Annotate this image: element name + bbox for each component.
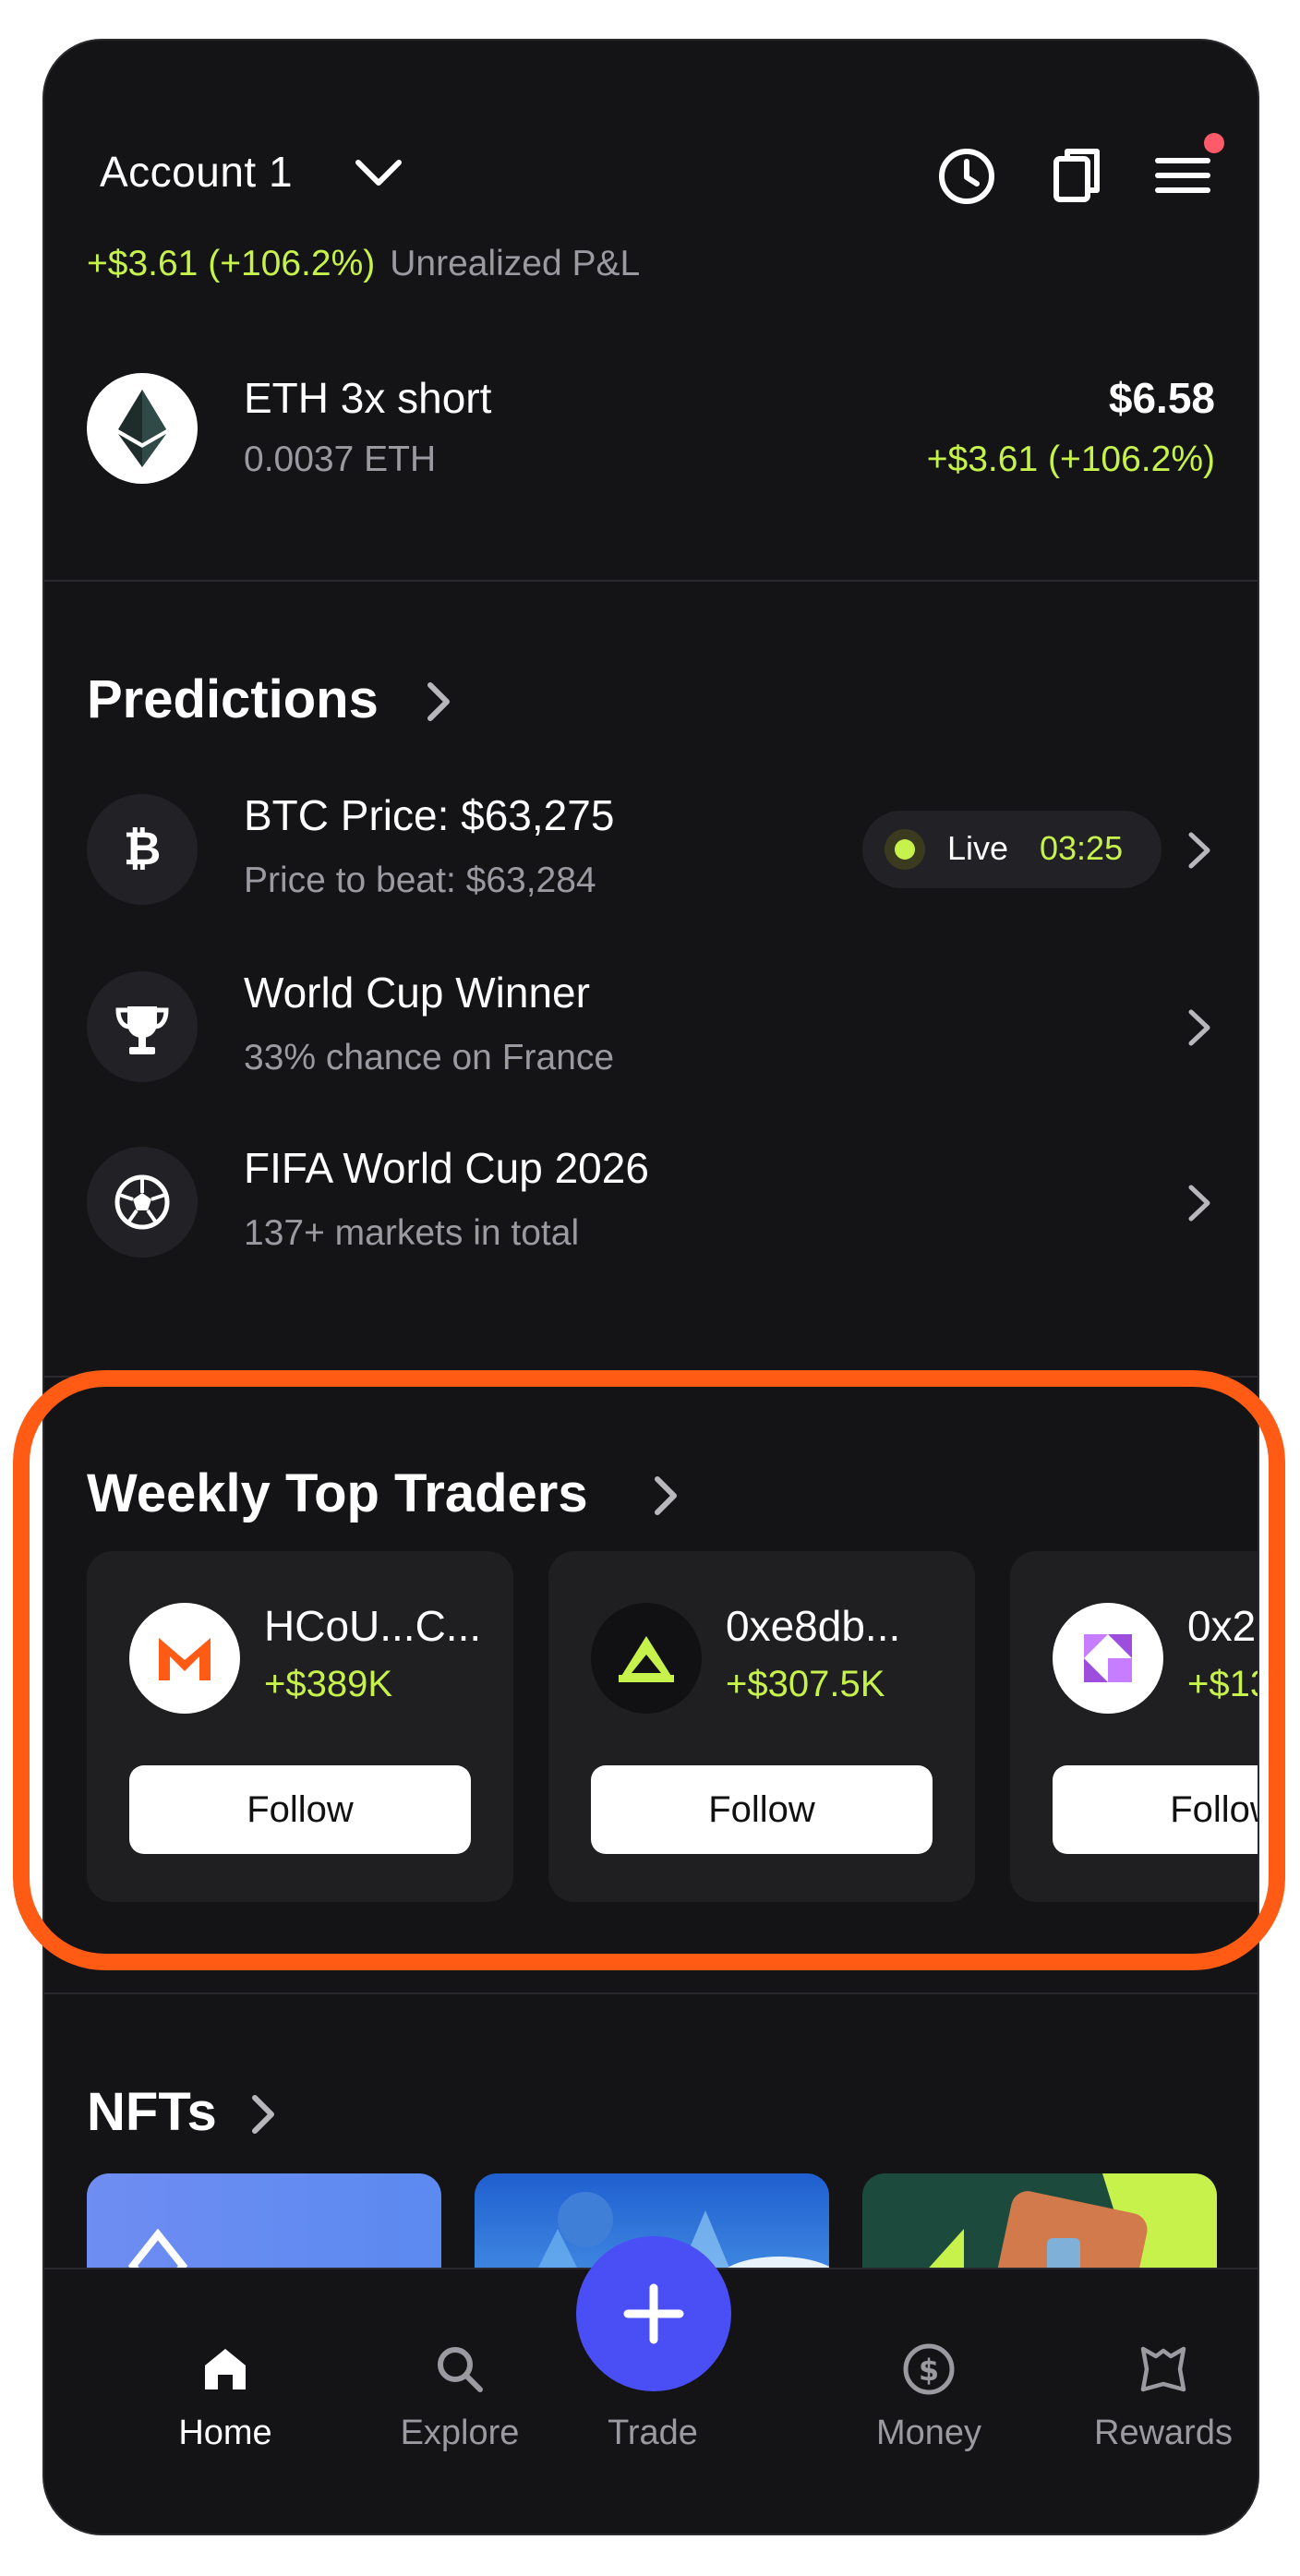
search-icon xyxy=(438,2347,483,2392)
position-value: $6.58 xyxy=(1108,374,1215,422)
position-title: ETH 3x short xyxy=(244,374,492,422)
chevron-right-icon[interactable] xyxy=(1184,1005,1215,1051)
live-indicator xyxy=(885,829,925,870)
follow-button[interactable]: Follow xyxy=(129,1765,471,1854)
soccer-ball-icon xyxy=(87,1147,198,1258)
prediction-subtitle: 33% chance on France xyxy=(244,1038,615,1077)
trader-card[interactable]: 0xe8db... +$307.5K Follow xyxy=(548,1551,975,1902)
prediction-row[interactable] xyxy=(44,1130,1258,1287)
nav-rewards[interactable]: Rewards xyxy=(1062,2269,1258,2534)
follow-button[interactable]: Follow xyxy=(1053,1765,1258,1854)
divider xyxy=(44,1992,1258,1994)
ethereum-icon xyxy=(118,390,166,467)
dollar-circle-icon: $ xyxy=(903,2343,955,2395)
trader-logo-icon xyxy=(619,1636,674,1682)
prediction-title: World Cup Winner xyxy=(244,969,590,1017)
top-traders-title[interactable]: Weekly Top Traders xyxy=(87,1463,588,1524)
live-label: Live xyxy=(947,829,1009,867)
prediction-subtitle: 137+ markets in total xyxy=(244,1213,580,1253)
pnl-value: +$3.61 (+106.2%) xyxy=(87,244,376,283)
prediction-title: BTC Price: $63,275 xyxy=(244,791,615,839)
nav-label: Explore xyxy=(400,2413,520,2452)
nav-label: Home xyxy=(178,2413,272,2452)
rewards-icon xyxy=(1140,2346,1186,2392)
trader-name: 0x2 xyxy=(1187,1602,1257,1650)
chevron-right-icon[interactable] xyxy=(1184,827,1215,873)
nav-label: Trade xyxy=(608,2413,698,2452)
live-countdown: 03:25 xyxy=(1040,829,1124,867)
follow-button[interactable]: Follow xyxy=(591,1765,933,1854)
bitcoin-icon: ₿ xyxy=(87,794,198,905)
trader-avatar xyxy=(1053,1603,1163,1714)
notification-dot xyxy=(1204,133,1224,153)
trader-gain: +$307.5K xyxy=(726,1664,885,1704)
trader-card[interactable]: HCoU...C... +$389K Follow xyxy=(87,1551,513,1902)
svg-text:$: $ xyxy=(919,2353,939,2388)
predictions-title[interactable]: Predictions xyxy=(87,668,379,730)
position-change: +$3.61 (+106.2%) xyxy=(926,439,1215,479)
plus-icon xyxy=(623,2283,684,2344)
live-badge: Live 03:25 xyxy=(862,811,1162,888)
nav-label: Money xyxy=(875,2413,982,2452)
chevron-right-icon[interactable] xyxy=(1184,1180,1215,1226)
position-row[interactable] xyxy=(44,355,1258,512)
prediction-subtitle: Price to beat: $63,284 xyxy=(244,861,596,900)
trader-card[interactable]: 0x2 +$13 Follow xyxy=(1010,1551,1258,1902)
chevron-right-icon[interactable] xyxy=(421,676,458,728)
chevron-right-icon[interactable] xyxy=(246,2088,283,2140)
menu-icon[interactable] xyxy=(1152,144,1213,205)
divider xyxy=(44,580,1258,582)
trader-avatar xyxy=(129,1603,240,1714)
chevron-right-icon[interactable] xyxy=(648,1470,685,1522)
copy-icon[interactable] xyxy=(1047,144,1108,205)
nav-money[interactable]: $ Money xyxy=(827,2269,1030,2534)
trader-gain: +$13 xyxy=(1187,1664,1258,1704)
svg-text:₿: ₿ xyxy=(124,822,162,875)
pnl-label: Unrealized P&L xyxy=(390,244,641,283)
nav-label: Rewards xyxy=(1094,2413,1233,2452)
unrealized-pnl: +$3.61 (+106.2%) Unrealized P&L xyxy=(87,244,640,284)
trader-logo-icon xyxy=(159,1638,211,1680)
phone-screen: Account 1 +$3.61 (+106.2%) Unrealized P&L… xyxy=(42,39,1259,2535)
trade-button[interactable] xyxy=(576,2236,731,2391)
bottom-nav: Home Explore Trade $ Money Rewards xyxy=(44,2236,1258,2534)
home-icon xyxy=(205,2349,246,2389)
nav-home[interactable]: Home xyxy=(124,2269,327,2534)
eth-logo xyxy=(87,373,198,484)
trader-name: 0xe8db... xyxy=(726,1602,901,1650)
trophy-icon xyxy=(87,971,198,1082)
trader-avatar xyxy=(591,1603,702,1714)
trader-gain: +$389K xyxy=(264,1664,393,1704)
nfts-title[interactable]: NFTs xyxy=(87,2081,217,2143)
history-clock-icon[interactable] xyxy=(936,146,997,207)
prediction-title: FIFA World Cup 2026 xyxy=(244,1144,649,1192)
prediction-row[interactable] xyxy=(44,955,1258,1112)
trader-logo-icon xyxy=(1084,1634,1132,1682)
chevron-down-icon[interactable] xyxy=(351,151,406,198)
position-amount: 0.0037 ETH xyxy=(244,439,437,479)
nav-explore[interactable]: Explore xyxy=(358,2269,561,2534)
account-selector-label[interactable]: Account 1 xyxy=(100,147,293,197)
divider xyxy=(44,1376,1258,1378)
trader-name: HCoU...C... xyxy=(264,1602,482,1650)
